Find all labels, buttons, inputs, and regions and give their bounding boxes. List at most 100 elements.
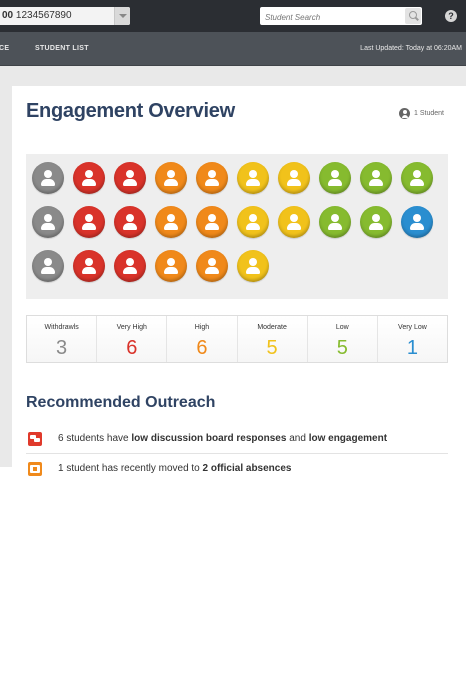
student-high-icon[interactable] [196,162,228,194]
outreach-text-emphasis: low discussion board responses [131,433,287,444]
stat-withdrawls[interactable]: Withdrawls 3 [27,316,98,362]
nav-item-partial[interactable]: CE [0,32,9,66]
avatar-body [287,223,301,230]
student-very-high-icon[interactable] [114,162,146,194]
course-selector[interactable]: 00 1234567890 [0,7,130,25]
avatar-body [41,267,55,274]
outreach-text-part: 1 student has recently moved to [58,463,203,474]
student-high-icon[interactable] [155,162,187,194]
student-moderate-icon[interactable] [278,162,310,194]
avatar-head [44,258,52,266]
student-withdrawls-icon[interactable] [32,250,64,282]
student-withdrawls-icon[interactable] [32,206,64,238]
student-low-icon[interactable] [360,206,392,238]
avatar-body [41,223,55,230]
avatar-body [369,223,383,230]
student-very-high-icon[interactable] [73,250,105,282]
avatar-head [372,170,380,178]
student-low-icon[interactable] [319,206,351,238]
outreach-item-text: 1 student has recently moved to 2 offici… [58,463,291,474]
stat-value: 6 [196,337,208,359]
student-very-high-icon[interactable] [114,206,146,238]
avatar-body [123,267,137,274]
stat-label: Low [335,324,349,331]
avatar-head [413,214,421,222]
nav-item-student-list[interactable]: STUDENT LIST [35,32,89,66]
avatar-body [410,223,424,230]
stat-value: 5 [336,337,348,359]
avatar-head [167,170,175,178]
student-count-label: 1 Student [414,110,444,117]
avatar-body [369,179,383,186]
student-high-icon[interactable] [196,250,228,282]
student-very-high-icon[interactable] [73,206,105,238]
avatar-body [164,223,178,230]
chevron-down-icon[interactable] [114,7,130,25]
avatar-head [126,170,134,178]
student-moderate-icon[interactable] [237,206,269,238]
avatar-head [126,214,134,222]
avatar-body [205,267,219,274]
engagement-card: Engagement Overview 1 Student Withdrawls… [12,86,466,476]
engagement-dots-panel [26,154,448,299]
avatar-body [328,223,342,230]
stat-moderate[interactable]: Moderate 5 [237,316,308,362]
avatar-body [164,267,178,274]
avatar-head [126,258,134,266]
student-moderate-icon[interactable] [237,250,269,282]
stat-high[interactable]: High 6 [167,316,238,362]
stat-very-high[interactable]: Very High 6 [97,316,168,362]
avatar-head [249,214,257,222]
avatar-body [205,223,219,230]
engagement-stats: Withdrawls 3 Very High 6 High 6 Moderate 5 Low 5 V… [26,315,448,363]
avatar-body [82,267,96,274]
student-withdrawls-icon[interactable] [32,162,64,194]
stat-value: 5 [266,337,278,359]
outreach-title: Recommended Outreach [26,394,216,411]
avatar-head [85,258,93,266]
student-search [260,7,422,27]
avatar-head [331,170,339,178]
avatar-body [205,179,219,186]
student-very-low-icon[interactable] [401,206,433,238]
last-updated: Last Updated: Today at 06:20AM [360,45,462,52]
student-moderate-icon[interactable] [278,206,310,238]
avatar-body [82,179,96,186]
student-high-icon[interactable] [196,206,228,238]
outreach-text-part: and [286,433,309,444]
chat-icon [28,432,42,446]
student-count: 1 Student [399,108,444,122]
student-moderate-icon[interactable] [237,162,269,194]
stat-label: Withdrawls [44,324,79,331]
avatar-body [82,223,96,230]
outreach-item[interactable]: 1 student has recently moved to 2 offici… [26,454,448,476]
search-icon[interactable] [405,8,421,24]
student-search-input[interactable] [260,8,398,27]
help-icon[interactable]: ? [445,10,457,22]
student-low-icon[interactable] [319,162,351,194]
student-low-icon[interactable] [360,162,392,194]
avatar-head [249,258,257,266]
avatar-head [208,258,216,266]
student-low-icon[interactable] [401,162,433,194]
avatar-head [167,258,175,266]
student-very-high-icon[interactable] [73,162,105,194]
stat-label: High [194,324,210,331]
stat-value: 3 [56,337,68,359]
top-bar: 00 1234567890 ? [0,0,466,32]
stat-label: Very High [116,324,147,331]
stat-very-low[interactable]: Very Low 1 [377,316,448,362]
stat-low[interactable]: Low 5 [307,316,378,362]
avatar-head [208,214,216,222]
student-very-high-icon[interactable] [114,250,146,282]
stat-label: Moderate [257,324,287,331]
avatar-head [290,214,298,222]
avatar-head [85,170,93,178]
outreach-item-text: 6 students have low discussion board res… [58,433,387,444]
student-high-icon[interactable] [155,206,187,238]
student-high-icon[interactable] [155,250,187,282]
course-number: 1234567890 [15,10,72,21]
avatar-body [410,179,424,186]
avatar-body [287,179,301,186]
outreach-item[interactable]: 6 students have low discussion board res… [26,424,448,454]
